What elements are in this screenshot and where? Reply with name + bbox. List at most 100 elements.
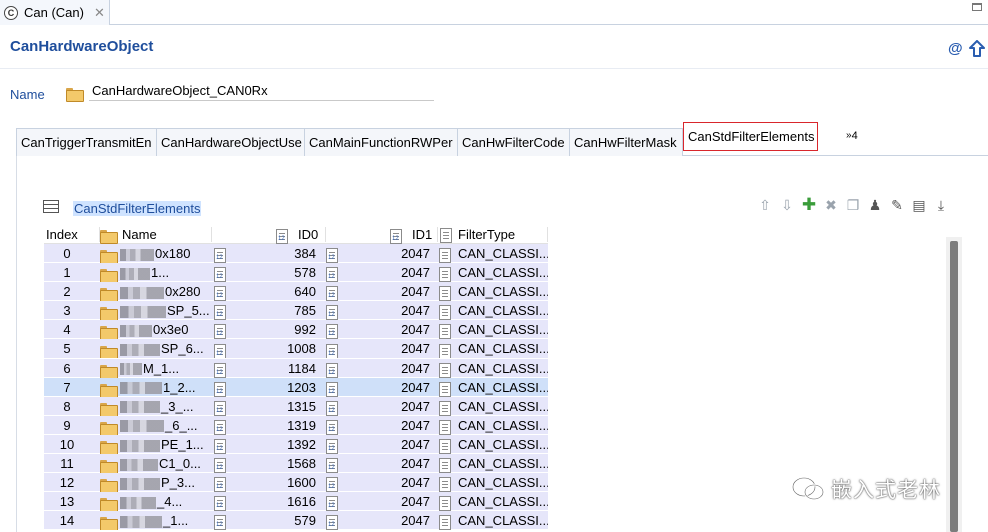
- tab-canhwfiltercode[interactable]: CanHwFilterCode: [457, 128, 570, 156]
- name-input[interactable]: [89, 80, 434, 101]
- add-icon[interactable]: ✚: [798, 195, 820, 215]
- row-filtertype[interactable]: CAN_CLASSI...: [458, 473, 548, 492]
- row-name[interactable]: _4...: [120, 492, 212, 511]
- row-id1[interactable]: 2047: [342, 416, 434, 435]
- row-id0[interactable]: 640: [230, 282, 320, 301]
- close-icon[interactable]: ✕: [94, 5, 105, 21]
- column-header-name[interactable]: Name: [100, 225, 212, 244]
- scrollbar-thumb[interactable]: [950, 241, 958, 532]
- row-id0[interactable]: 384: [230, 244, 320, 263]
- row-filtertype[interactable]: CAN_CLASSI...: [458, 492, 548, 511]
- import-icon[interactable]: ⤓: [930, 195, 952, 215]
- column-header-id1[interactable]: ID1: [326, 225, 438, 244]
- row-id0[interactable]: 1392: [230, 435, 320, 454]
- row-name[interactable]: _3_...: [120, 397, 212, 416]
- row-filtertype[interactable]: CAN_CLASSI...: [458, 320, 548, 339]
- edit-icon[interactable]: ✎: [886, 195, 908, 215]
- user-icon[interactable]: ♟: [864, 195, 886, 215]
- table-row[interactable]: 2 0x280 640 2047 CAN_CLASSI...: [44, 282, 548, 302]
- tab-cantriggertransmiten[interactable]: CanTriggerTransmitEn: [16, 128, 158, 156]
- row-id0[interactable]: 1184: [230, 359, 320, 378]
- row-name[interactable]: C1_0...: [120, 454, 212, 473]
- properties-icon[interactable]: ▤: [908, 195, 930, 215]
- row-filtertype[interactable]: CAN_CLASSI...: [458, 282, 548, 301]
- editor-tab-can[interactable]: C Can (Can) ✕: [0, 0, 110, 25]
- table-row[interactable]: 8 _3_... 1315 2047 CAN_CLASSI...: [44, 396, 548, 416]
- row-id0[interactable]: 578: [230, 263, 320, 282]
- delete-icon[interactable]: ✖: [820, 195, 842, 215]
- row-id1[interactable]: 2047: [342, 397, 434, 416]
- row-id0[interactable]: 992: [230, 320, 320, 339]
- row-name[interactable]: 1_2...: [120, 378, 212, 397]
- row-filtertype[interactable]: CAN_CLASSI...: [458, 378, 548, 397]
- table-row[interactable]: 9 _6_... 1319 2047 CAN_CLASSI...: [44, 415, 548, 435]
- row-id0[interactable]: 785: [230, 301, 320, 320]
- vertical-scrollbar[interactable]: [946, 237, 962, 532]
- row-name[interactable]: _6_...: [120, 416, 212, 435]
- table-row[interactable]: 10 PE_1... 1392 2047 CAN_CLASSI...: [44, 434, 548, 455]
- row-id1[interactable]: 2047: [342, 320, 434, 339]
- move-down-icon[interactable]: ⇩: [776, 195, 798, 215]
- table-row[interactable]: 1 1... 578 2047 CAN_CLASSI...: [44, 263, 548, 283]
- row-id0[interactable]: 1315: [230, 397, 320, 416]
- row-id0[interactable]: 1203: [230, 378, 320, 397]
- row-name[interactable]: 0x180: [120, 244, 212, 263]
- table-row[interactable]: 12 P_3... 1600 2047 CAN_CLASSI...: [44, 473, 548, 493]
- row-id0[interactable]: 1568: [230, 454, 320, 473]
- table-row[interactable]: 14 _1... 579 2047 CAN_CLASSI...: [44, 511, 548, 531]
- row-id1[interactable]: 2047: [342, 492, 434, 511]
- row-name[interactable]: M_1...: [120, 359, 212, 378]
- row-id1[interactable]: 2047: [342, 511, 434, 530]
- tab-canstdfilterelements[interactable]: CanStdFilterElements: [683, 122, 818, 151]
- row-id1[interactable]: 2047: [342, 473, 434, 492]
- column-header-filtertype[interactable]: FilterType: [440, 225, 548, 244]
- row-name[interactable]: 1...: [120, 263, 212, 282]
- row-id0[interactable]: 1319: [230, 416, 320, 435]
- table-row[interactable]: 3 SP_5... 785 2047 CAN_CLASSI...: [44, 301, 548, 321]
- row-name[interactable]: SP_5...: [120, 301, 212, 320]
- row-name[interactable]: _1...: [120, 511, 212, 530]
- table-row[interactable]: 6 M_1... 1184 2047 CAN_CLASSI...: [44, 358, 548, 378]
- row-filtertype[interactable]: CAN_CLASSI...: [458, 511, 548, 530]
- row-id1[interactable]: 2047: [342, 435, 434, 454]
- row-filtertype[interactable]: CAN_CLASSI...: [458, 301, 548, 320]
- row-id0[interactable]: 579: [230, 511, 320, 530]
- tab-overflow-button[interactable]: »4: [846, 130, 858, 142]
- row-id1[interactable]: 2047: [342, 378, 434, 397]
- row-id1[interactable]: 2047: [342, 339, 434, 358]
- row-filtertype[interactable]: CAN_CLASSI...: [458, 435, 548, 454]
- row-id0[interactable]: 1008: [230, 339, 320, 358]
- row-id1[interactable]: 2047: [342, 244, 434, 263]
- row-id0[interactable]: 1600: [230, 473, 320, 492]
- row-name[interactable]: P_3...: [120, 473, 212, 492]
- copy-icon[interactable]: ❐: [842, 195, 864, 215]
- row-filtertype[interactable]: CAN_CLASSI...: [458, 359, 548, 378]
- row-filtertype[interactable]: CAN_CLASSI...: [458, 454, 548, 473]
- row-filtertype[interactable]: CAN_CLASSI...: [458, 397, 548, 416]
- row-id1[interactable]: 2047: [342, 301, 434, 320]
- row-name[interactable]: PE_1...: [120, 435, 212, 454]
- row-name[interactable]: 0x280: [120, 282, 212, 301]
- reference-at-icon[interactable]: @: [948, 40, 963, 57]
- tab-canhwfiltermask[interactable]: CanHwFilterMask: [569, 128, 683, 156]
- row-filtertype[interactable]: CAN_CLASSI...: [458, 263, 548, 282]
- row-filtertype[interactable]: CAN_CLASSI...: [458, 244, 548, 263]
- maximize-icon[interactable]: [972, 3, 982, 11]
- table-row[interactable]: 7 1_2... 1203 2047 CAN_CLASSI...: [44, 377, 548, 397]
- table-row[interactable]: 5 SP_6... 1008 2047 CAN_CLASSI...: [44, 339, 548, 359]
- row-id1[interactable]: 2047: [342, 263, 434, 282]
- row-id1[interactable]: 2047: [342, 282, 434, 301]
- column-header-id0[interactable]: ID0: [214, 225, 326, 244]
- row-filtertype[interactable]: CAN_CLASSI...: [458, 339, 548, 358]
- row-id1[interactable]: 2047: [342, 454, 434, 473]
- row-id1[interactable]: 2047: [342, 359, 434, 378]
- table-row[interactable]: 11 C1_0... 1568 2047 CAN_CLASSI...: [44, 454, 548, 474]
- column-header-index[interactable]: Index: [46, 225, 100, 244]
- table-row[interactable]: 0 0x180 384 2047 CAN_CLASSI...: [44, 244, 548, 264]
- row-name[interactable]: SP_6...: [120, 339, 212, 358]
- table-row[interactable]: 4 0x3e0 992 2047 CAN_CLASSI...: [44, 320, 548, 340]
- tab-canhardwareobjectuse[interactable]: CanHardwareObjectUse: [156, 128, 306, 156]
- navigate-up-icon[interactable]: [969, 40, 985, 58]
- table-row[interactable]: 13 _4... 1616 2047 CAN_CLASSI...: [44, 492, 548, 512]
- row-name[interactable]: 0x3e0: [120, 320, 212, 339]
